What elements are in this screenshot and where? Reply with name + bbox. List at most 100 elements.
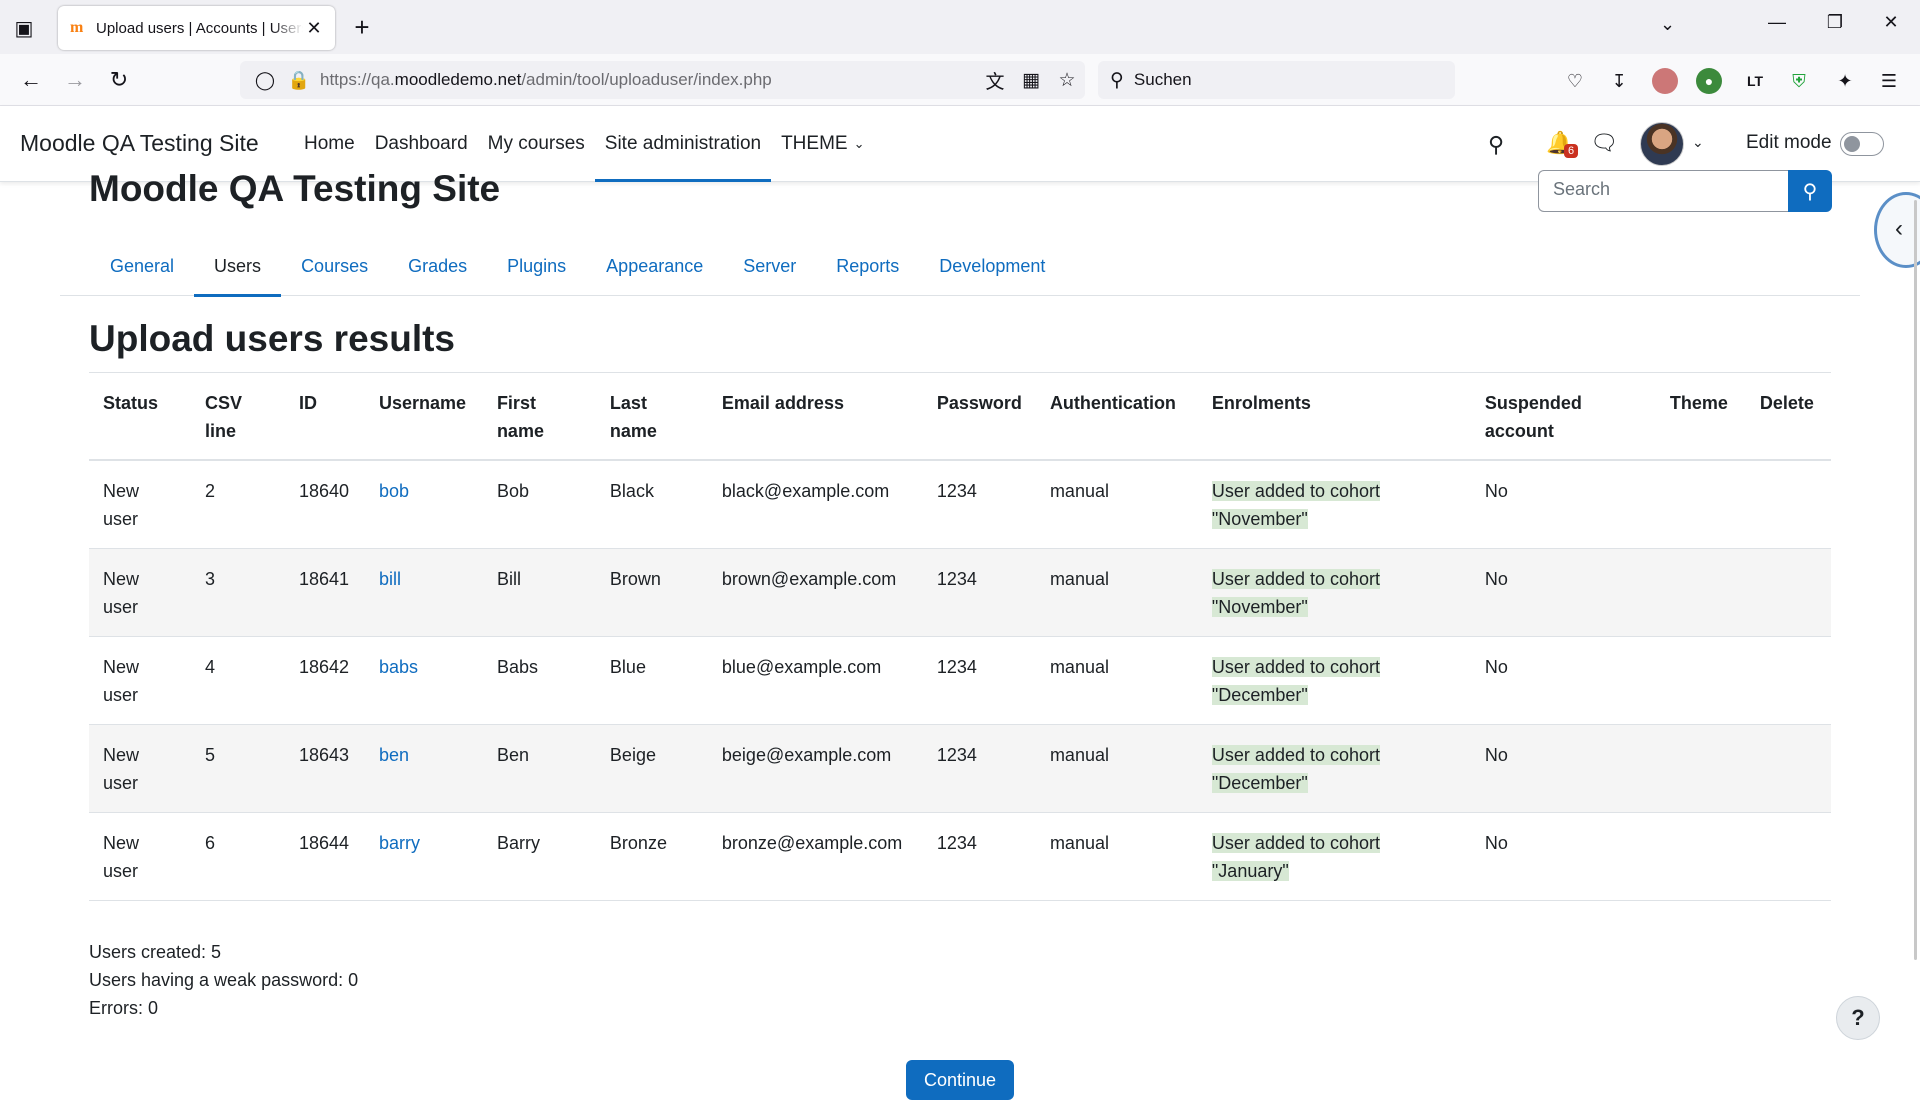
cell-csv-line: 4 xyxy=(190,636,285,725)
admin-search-input[interactable]: Search xyxy=(1538,170,1788,212)
col-status: Status xyxy=(89,372,191,461)
tracking-shield-icon[interactable]: ◯ xyxy=(252,70,278,91)
cell-csv-line: 3 xyxy=(190,548,285,637)
tab-courses[interactable]: Courses xyxy=(281,236,388,296)
cell-enrolments: User added to cohort "January" xyxy=(1197,812,1471,901)
url-text[interactable]: https://qa.moodledemo.net/admin/tool/upl… xyxy=(320,70,977,90)
close-window-icon[interactable]: ✕ xyxy=(1876,12,1906,33)
tab-plugins[interactable]: Plugins xyxy=(487,236,586,296)
edit-mode-toggle[interactable] xyxy=(1840,132,1884,156)
table-row: New user 2 18640 bob Bob Black black@exa… xyxy=(89,460,1831,549)
username-link[interactable]: bob xyxy=(379,481,409,501)
nav-site-administration[interactable]: Site administration xyxy=(594,106,772,182)
help-button[interactable]: ? xyxy=(1836,996,1880,1040)
cell-status: New user xyxy=(89,636,191,725)
cell-username: babs xyxy=(364,636,483,725)
cell-delete xyxy=(1745,724,1831,813)
nav-theme-label: THEME xyxy=(781,133,848,154)
restore-window-icon[interactable]: ❐ xyxy=(1820,12,1850,33)
cell-username: barry xyxy=(364,812,483,901)
browser-tab-active[interactable]: m Upload users | Accounts | Users ✕ xyxy=(58,6,335,50)
tab-server[interactable]: Server xyxy=(723,236,816,296)
col-csv-line: CSV line xyxy=(190,372,285,461)
cell-id: 18644 xyxy=(284,812,365,901)
cell-enrolments: User added to cohort "November" xyxy=(1197,460,1471,549)
cell-last-name: Blue xyxy=(595,636,708,725)
messages-icon[interactable]: 🗨 xyxy=(1590,130,1618,156)
col-suspended: Suspended account xyxy=(1470,372,1656,461)
bookmark-star-icon[interactable]: ☆ xyxy=(1049,69,1085,92)
admin-search-button[interactable]: ⚲ xyxy=(1788,170,1832,212)
user-avatar[interactable] xyxy=(1640,122,1684,166)
table-row: New user 4 18642 babs Babs Blue blue@exa… xyxy=(89,636,1831,725)
languagetool-icon[interactable]: LT xyxy=(1742,68,1768,94)
cell-status: New user xyxy=(89,548,191,637)
page-scrollbar[interactable] xyxy=(1914,200,1917,960)
cell-id: 18641 xyxy=(284,548,365,637)
cell-enrolments: User added to cohort "December" xyxy=(1197,636,1471,725)
cell-enrolments: User added to cohort "November" xyxy=(1197,548,1471,637)
browser-navbar: ← → ↻ ◯ 🔒 https://qa.moodledemo.net/admi… xyxy=(0,54,1920,106)
tab-grades[interactable]: Grades xyxy=(388,236,487,296)
menu-hamburger-icon[interactable]: ☰ xyxy=(1876,68,1902,94)
enrolment-highlight: User added to cohort "November" xyxy=(1211,481,1381,529)
lock-icon[interactable]: 🔒 xyxy=(286,70,312,91)
tab-users[interactable]: Users xyxy=(194,236,282,297)
cell-email: bronze@example.com xyxy=(707,812,923,901)
col-delete: Delete xyxy=(1745,372,1831,461)
tab-development[interactable]: Development xyxy=(919,236,1065,296)
username-link[interactable]: bill xyxy=(379,569,401,589)
url-bar[interactable]: ◯ 🔒 https://qa.moodledemo.net/admin/tool… xyxy=(240,61,1085,99)
tab-appearance[interactable]: Appearance xyxy=(586,236,723,296)
minimize-window-icon[interactable]: — xyxy=(1762,12,1792,33)
cell-password: 1234 xyxy=(922,636,1036,725)
continue-button[interactable]: Continue xyxy=(906,1060,1014,1100)
cell-suspended: No xyxy=(1470,724,1656,813)
extensions-puzzle-icon[interactable]: ✦ xyxy=(1832,68,1858,94)
nav-theme-dropdown[interactable]: THEME ⌄ xyxy=(771,106,874,182)
reload-icon[interactable]: ↻ xyxy=(104,66,134,96)
extension-green-icon[interactable]: ● xyxy=(1696,68,1722,94)
browser-search-bar[interactable]: ⚲ Suchen xyxy=(1098,61,1455,99)
username-link[interactable]: barry xyxy=(379,833,420,853)
new-tab-icon[interactable]: + xyxy=(348,14,376,42)
cell-suspended: No xyxy=(1470,548,1656,637)
username-link[interactable]: babs xyxy=(379,657,418,677)
cell-authentication: manual xyxy=(1035,460,1198,549)
list-all-tabs-icon[interactable]: ▣ xyxy=(10,14,38,42)
user-menu-chevron-icon[interactable]: ⌄ xyxy=(1692,134,1704,151)
close-tab-icon[interactable]: ✕ xyxy=(303,18,325,39)
cell-csv-line: 6 xyxy=(190,812,285,901)
search-icon: ⚲ xyxy=(1802,180,1818,203)
cell-username: bill xyxy=(364,548,483,637)
col-last-name: Last name xyxy=(595,372,708,461)
tab-reports[interactable]: Reports xyxy=(816,236,919,296)
shield-check-icon[interactable]: ⛨ xyxy=(1786,68,1812,94)
notifications-bell-icon[interactable]: 🔔 6 xyxy=(1546,130,1579,158)
cell-password: 1234 xyxy=(922,812,1036,901)
back-icon[interactable]: ← xyxy=(16,66,46,96)
extension-avatar-icon[interactable] xyxy=(1652,68,1678,94)
qr-code-icon[interactable]: ▦ xyxy=(1013,69,1049,92)
tab-general[interactable]: General xyxy=(90,236,194,296)
cell-first-name: Bob xyxy=(482,460,596,549)
enrolment-highlight: User added to cohort "December" xyxy=(1211,657,1381,705)
tab-overflow-chevron-icon[interactable]: ⌄ xyxy=(1660,14,1675,35)
col-email: Email address xyxy=(707,372,923,461)
download-icon[interactable]: ↧ xyxy=(1606,68,1632,94)
forward-icon[interactable]: → xyxy=(60,66,90,96)
search-icon[interactable]: ⚲ xyxy=(1488,132,1504,158)
cell-suspended: No xyxy=(1470,812,1656,901)
username-link[interactable]: ben xyxy=(379,745,409,765)
edit-mode-label: Edit mode xyxy=(1746,132,1832,153)
cell-authentication: manual xyxy=(1035,724,1198,813)
site-brand[interactable]: Moodle QA Testing Site xyxy=(20,130,259,157)
cell-password: 1234 xyxy=(922,460,1036,549)
translate-icon[interactable]: 文 xyxy=(977,67,1013,94)
cell-delete xyxy=(1745,636,1831,725)
cell-delete xyxy=(1745,460,1831,549)
cell-theme xyxy=(1655,636,1746,725)
cell-first-name: Ben xyxy=(482,724,596,813)
cell-delete xyxy=(1745,548,1831,637)
pocket-icon[interactable]: ♡ xyxy=(1562,68,1588,94)
